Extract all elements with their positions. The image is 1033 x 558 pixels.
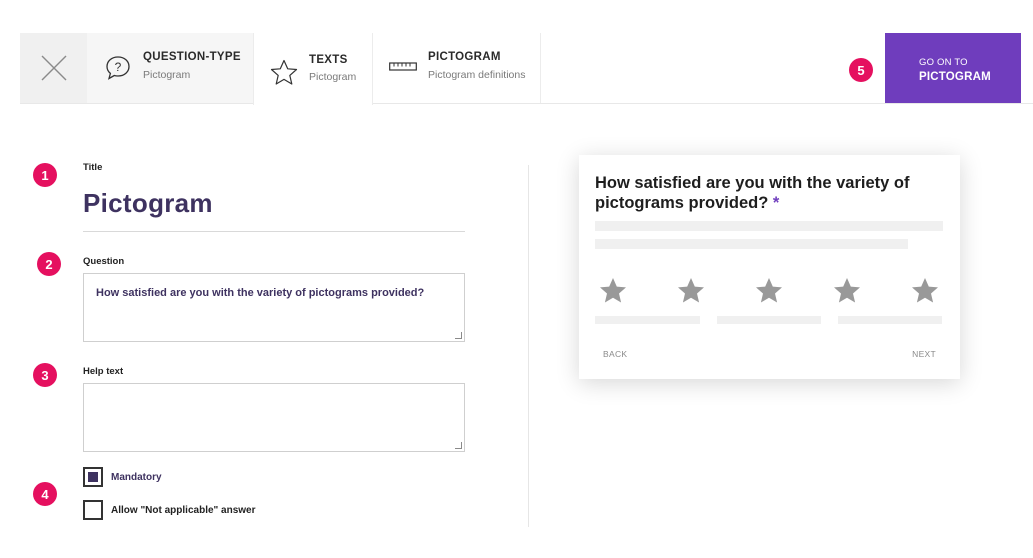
star-icon[interactable] [911,277,939,304]
back-button[interactable]: BACK [603,349,627,359]
title-label: Title [83,162,103,173]
question-label: Question [83,256,125,267]
resize-handle[interactable] [455,442,462,449]
tab-question-type-subtitle: Pictogram [143,69,191,81]
tab-texts-subtitle: Pictogram [309,71,357,83]
step-badge-4: 4 [33,482,57,506]
step-badge-3: 3 [33,363,57,387]
preview-question: How satisfied are you with the variety o… [595,173,945,213]
step-badge-2: 2 [37,252,61,276]
tab-texts-title: TEXTS [309,54,348,66]
resize-handle[interactable] [455,332,462,339]
star-icon[interactable] [755,277,783,304]
question-bubble-icon: ? [106,56,130,80]
tab-texts[interactable]: TEXTS Pictogram [253,33,373,105]
tab-pictogram[interactable]: PICTOGRAM Pictogram definitions [373,33,541,103]
step-badge-5: 5 [849,58,873,82]
close-button[interactable] [20,33,87,103]
star-icon[interactable] [833,277,861,304]
tab-pictogram-subtitle: Pictogram definitions [428,69,526,81]
goto-line1: GO ON TO [919,57,968,68]
star-outline-icon [270,59,298,85]
tab-question-type-title: QUESTION-TYPE [143,51,241,63]
close-icon [41,55,66,81]
star-icon[interactable] [677,277,705,304]
goto-line2: PICTOGRAM [919,71,991,83]
star-icon[interactable] [599,277,627,304]
checkbox-checked-mark [88,472,98,482]
tab-pictogram-title: PICTOGRAM [428,51,501,63]
column-divider [528,165,529,527]
next-button[interactable]: NEXT [912,349,936,359]
scale-label-placeholder [717,316,821,324]
required-marker: * [772,194,780,212]
question-text: How satisfied are you with the variety o… [96,287,425,299]
svg-text:?: ? [115,60,122,74]
mandatory-checkbox[interactable] [83,467,103,487]
title-input[interactable]: Pictogram [83,188,213,219]
title-underline [83,231,465,232]
placeholder-line [595,239,908,249]
help-text-label: Help text [83,366,124,377]
step-navigation-bar: ? QUESTION-TYPE Pictogram TEXTS Pictogra… [20,33,1033,105]
mandatory-label: Mandatory [111,472,162,483]
placeholder-line [595,221,943,231]
scale-label-placeholder [838,316,942,324]
go-on-to-pictogram-button[interactable]: GO ON TO PICTOGRAM [885,33,1021,103]
question-preview-card: How satisfied are you with the variety o… [579,155,960,379]
tab-question-type[interactable]: ? QUESTION-TYPE Pictogram [87,33,253,103]
ruler-icon [389,62,417,71]
help-text-textarea[interactable] [83,383,465,452]
step-badge-1: 1 [33,163,57,187]
not-applicable-label: Allow "Not applicable" answer [111,505,256,516]
preview-question-text: How satisfied are you with the variety o… [595,174,910,212]
scale-label-placeholder [595,316,700,324]
not-applicable-checkbox[interactable] [83,500,103,520]
question-textarea[interactable]: How satisfied are you with the variety o… [83,273,465,342]
